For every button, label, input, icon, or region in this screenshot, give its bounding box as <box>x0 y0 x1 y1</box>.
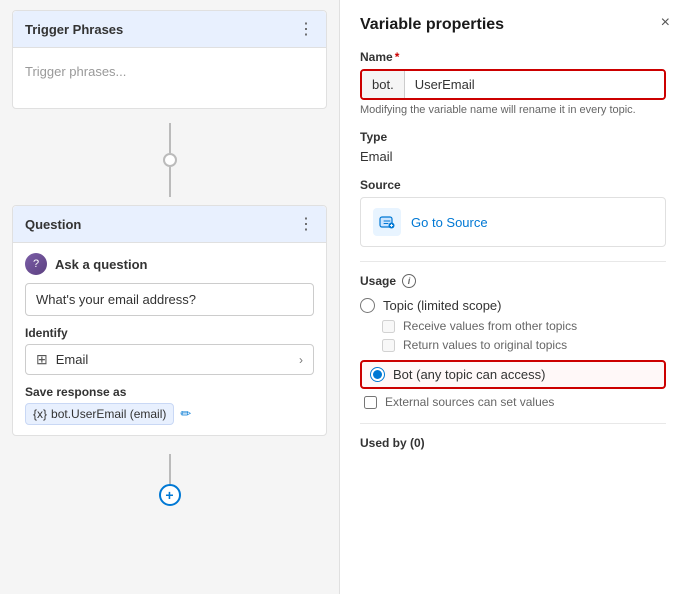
usage-header: Usage i <box>360 274 666 288</box>
external-label: External sources can set values <box>385 395 554 409</box>
name-input[interactable] <box>405 71 664 98</box>
circle-node <box>163 153 177 167</box>
source-icon <box>373 208 401 236</box>
trigger-menu-icon[interactable]: ⋮ <box>298 19 314 39</box>
divider-2 <box>360 423 666 424</box>
source-section: Source Go to Source <box>360 178 666 247</box>
trigger-placeholder: Trigger phrases... <box>25 64 126 79</box>
external-checkbox-row: External sources can set values <box>360 395 666 409</box>
name-prefix: bot. <box>362 71 405 98</box>
ask-question-row: ? Ask a question <box>25 253 314 275</box>
topic-radio-label: Topic (limited scope) <box>383 298 502 313</box>
line-segment <box>169 123 171 153</box>
trigger-phrases-card: Trigger Phrases ⋮ Trigger phrases... <box>12 10 327 109</box>
go-to-source-label: Go to Source <box>411 215 488 230</box>
required-star: * <box>395 50 400 64</box>
trigger-phrases-title: Trigger Phrases <box>25 22 123 37</box>
topic-radio[interactable] <box>360 298 375 313</box>
go-to-source-button[interactable]: Go to Source <box>360 197 666 247</box>
identify-row[interactable]: ⊞ Email › <box>25 344 314 375</box>
question-card: Question ⋮ ? Ask a question What's your … <box>12 205 327 436</box>
type-label: Type <box>360 130 666 144</box>
name-hint: Modifying the variable name will rename … <box>360 104 666 116</box>
divider <box>360 261 666 262</box>
type-section: Type Email <box>360 130 666 164</box>
save-response-label: Save response as <box>25 385 314 399</box>
bottom-line <box>169 454 171 484</box>
receive-checkbox-row: Receive values from other topics <box>360 319 666 333</box>
save-response-row: {x} bot.UserEmail (email) ✏ <box>25 403 314 425</box>
question-menu-icon[interactable]: ⋮ <box>298 214 314 234</box>
identify-value: Email <box>56 352 299 367</box>
external-checkbox[interactable] <box>364 396 377 409</box>
return-checkbox[interactable] <box>382 339 395 352</box>
ask-question-label: Ask a question <box>55 257 147 272</box>
usage-section: Usage i Topic (limited scope) Receive va… <box>360 274 666 409</box>
panel-title: Variable properties <box>360 16 666 34</box>
used-by-label: Used by (0) <box>360 436 666 450</box>
bottom-connector: + <box>0 446 339 510</box>
line-segment-2 <box>169 167 171 197</box>
receive-label: Receive values from other topics <box>403 319 577 333</box>
question-body: ? Ask a question What's your email addre… <box>13 243 326 435</box>
identify-label: Identify <box>25 326 314 340</box>
right-panel: Variable properties × Name* bot. Modifyi… <box>340 0 686 594</box>
receive-checkbox[interactable] <box>382 320 395 333</box>
return-label: Return values to original topics <box>403 338 567 352</box>
name-input-row: bot. <box>360 69 666 100</box>
add-node-button[interactable]: + <box>159 484 181 506</box>
question-header: Question ⋮ <box>13 206 326 243</box>
identify-icon: ⊞ <box>36 351 48 368</box>
question-text[interactable]: What's your email address? <box>25 283 314 316</box>
source-label: Source <box>360 178 666 192</box>
return-checkbox-row: Return values to original topics <box>360 338 666 352</box>
name-label: Name* <box>360 50 666 64</box>
question-title: Question <box>25 217 81 232</box>
close-button[interactable]: × <box>661 14 670 32</box>
ask-icon: ? <box>25 253 47 275</box>
trigger-phrases-header: Trigger Phrases ⋮ <box>13 11 326 48</box>
type-value: Email <box>360 149 666 164</box>
save-response-badge[interactable]: {x} bot.UserEmail (email) <box>25 403 174 425</box>
usage-label: Usage <box>360 274 396 288</box>
bot-radio-label: Bot (any topic can access) <box>393 367 545 382</box>
bot-radio[interactable] <box>370 367 385 382</box>
name-section: Name* bot. Modifying the variable name w… <box>360 50 666 116</box>
edit-icon[interactable]: ✏ <box>180 406 191 422</box>
connector-top <box>163 119 177 201</box>
bot-radio-row: Bot (any topic can access) <box>360 360 666 389</box>
info-icon: i <box>402 274 416 288</box>
topic-radio-row: Topic (limited scope) <box>360 298 666 313</box>
trigger-body: Trigger phrases... <box>13 48 326 108</box>
chevron-right-icon: › <box>299 353 303 367</box>
ask-icon-symbol: ? <box>33 258 39 270</box>
save-response-value: bot.UserEmail (email) <box>51 407 166 421</box>
left-panel: Trigger Phrases ⋮ Trigger phrases... Que… <box>0 0 340 594</box>
variable-icon: {x} <box>33 407 47 421</box>
